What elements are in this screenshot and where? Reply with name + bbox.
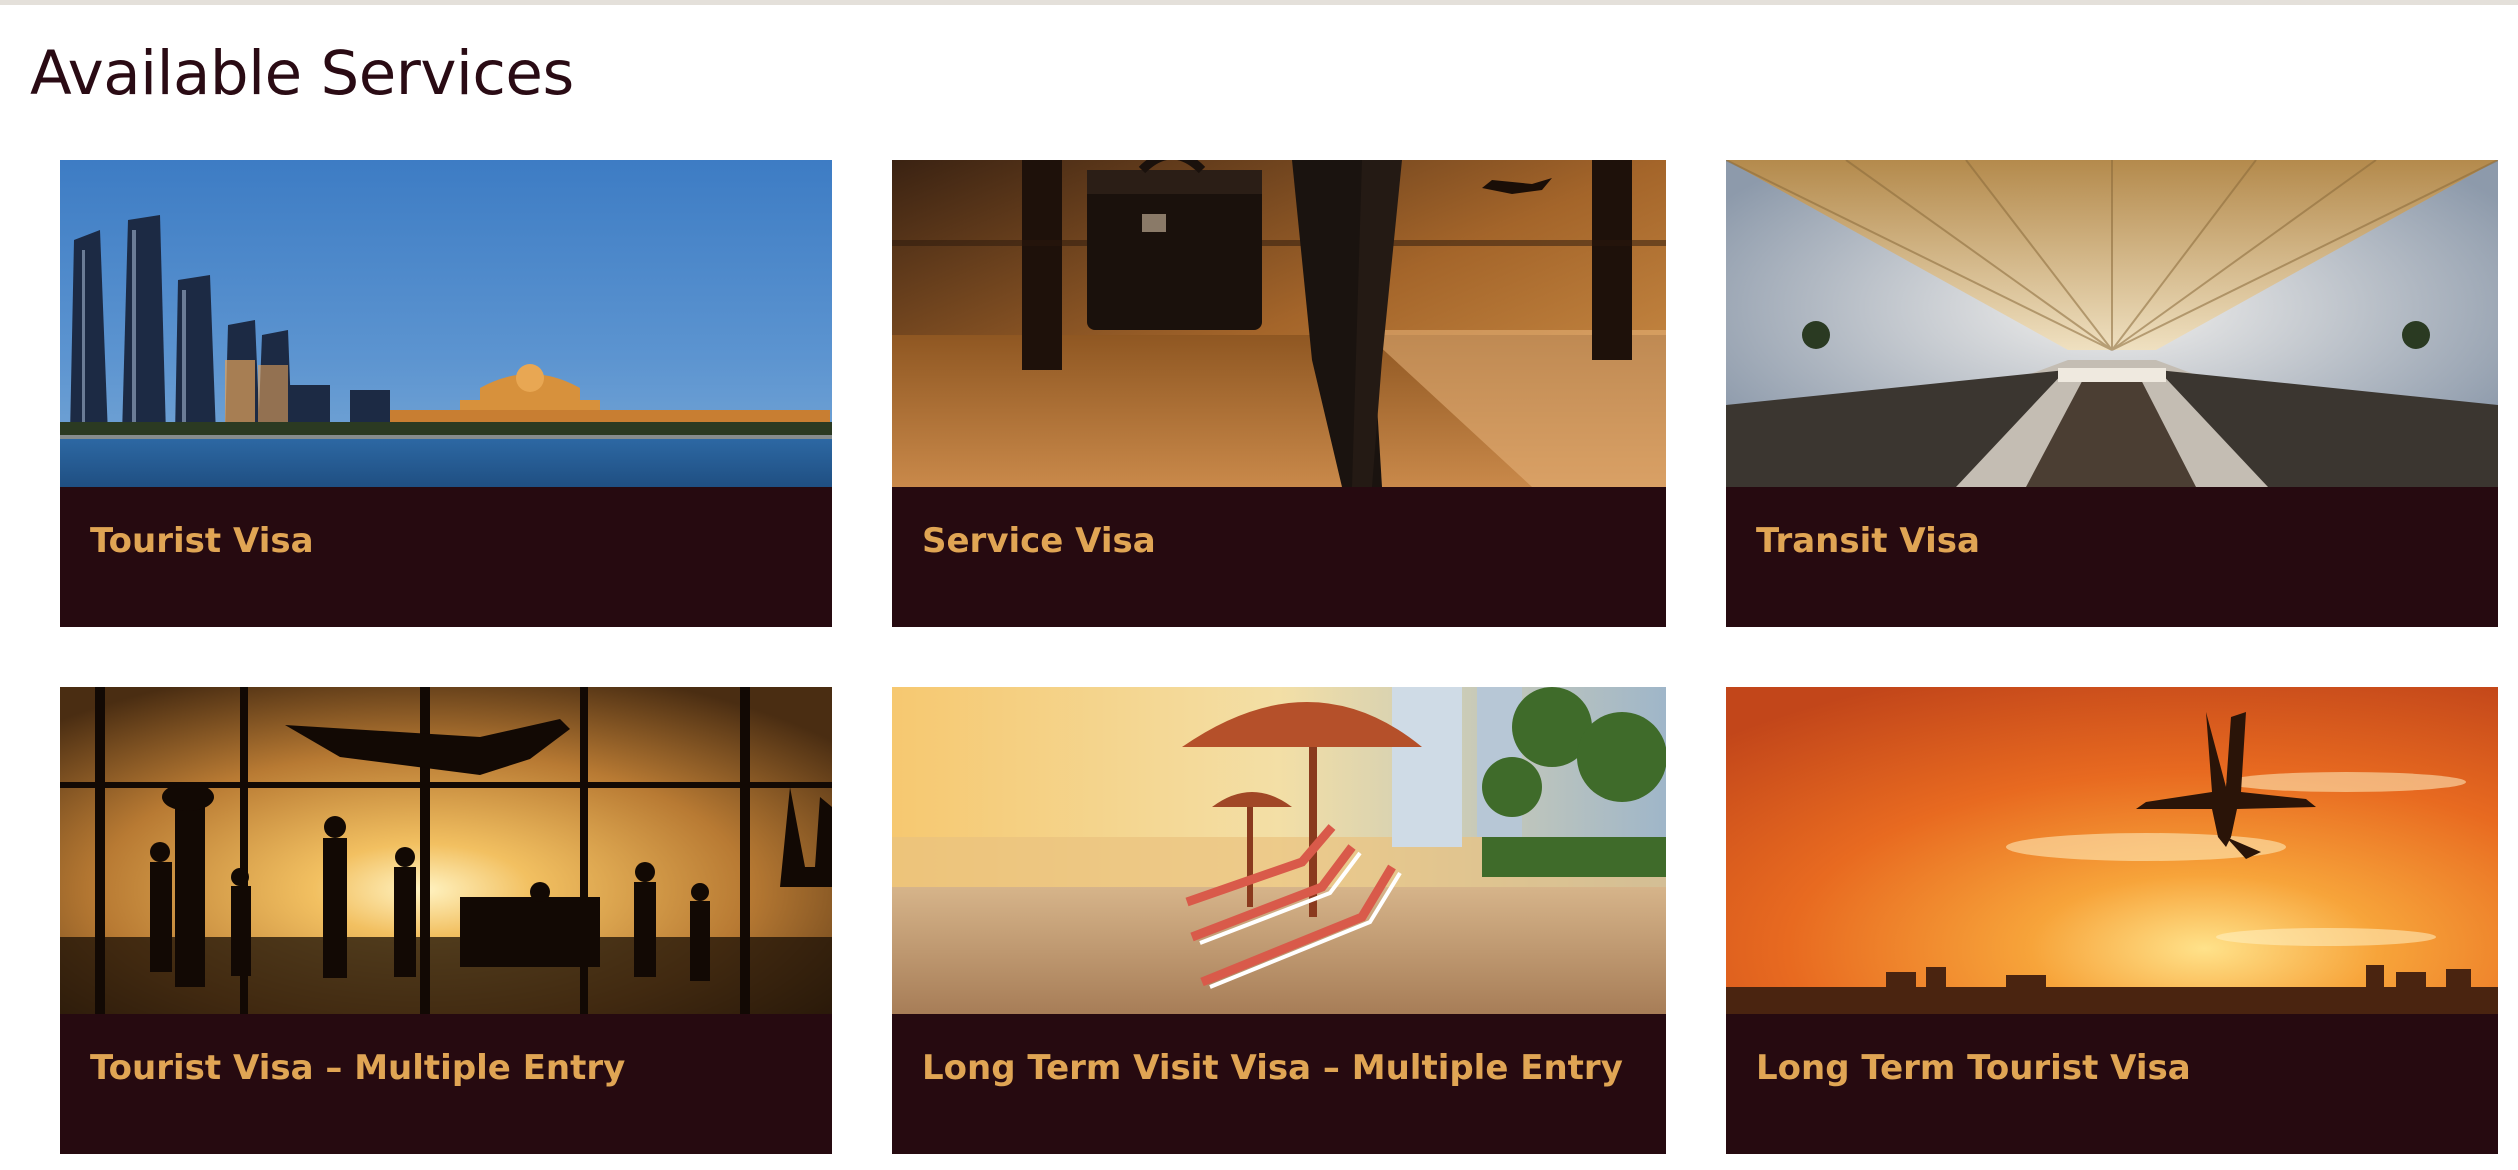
abu-dhabi-skyline-image bbox=[60, 160, 832, 487]
traveler-briefcase-image bbox=[892, 160, 1666, 487]
service-card-service-visa[interactable]: Service Visa bbox=[892, 160, 1666, 627]
services-grid: Tourist Visa Service Visa Transit Visa T… bbox=[60, 160, 2498, 1154]
beach-loungers-image bbox=[892, 687, 1666, 1014]
card-footer: Long Term Visit Visa – Multiple Entry bbox=[892, 1014, 1666, 1154]
card-title: Long Term Tourist Visa bbox=[1756, 1048, 2191, 1088]
card-footer: Tourist Visa bbox=[60, 487, 832, 627]
card-footer: Transit Visa bbox=[1726, 487, 2498, 627]
card-footer: Tourist Visa – Multiple Entry bbox=[60, 1014, 832, 1154]
card-title: Transit Visa bbox=[1756, 521, 1980, 561]
card-footer: Long Term Tourist Visa bbox=[1726, 1014, 2498, 1154]
service-card-tourist-visa-multiple-entry[interactable]: Tourist Visa – Multiple Entry bbox=[60, 687, 832, 1154]
plane-sunset-image bbox=[1726, 687, 2498, 1014]
card-footer: Service Visa bbox=[892, 487, 1666, 627]
card-title: Service Visa bbox=[922, 521, 1156, 561]
page-title: Available Services bbox=[30, 38, 574, 109]
service-card-long-term-tourist-visa[interactable]: Long Term Tourist Visa bbox=[1726, 687, 2498, 1154]
service-card-transit-visa[interactable]: Transit Visa bbox=[1726, 160, 2498, 627]
airport-silhouettes-image bbox=[60, 687, 832, 1014]
card-title: Tourist Visa bbox=[90, 521, 314, 561]
card-title: Long Term Visit Visa – Multiple Entry bbox=[922, 1048, 1623, 1088]
service-card-tourist-visa[interactable]: Tourist Visa bbox=[60, 160, 832, 627]
top-divider bbox=[0, 0, 2518, 5]
service-card-long-term-visit-visa-multiple-entry[interactable]: Long Term Visit Visa – Multiple Entry bbox=[892, 687, 1666, 1154]
card-title: Tourist Visa – Multiple Entry bbox=[90, 1048, 626, 1088]
terminal-corridor-image bbox=[1726, 160, 2498, 487]
